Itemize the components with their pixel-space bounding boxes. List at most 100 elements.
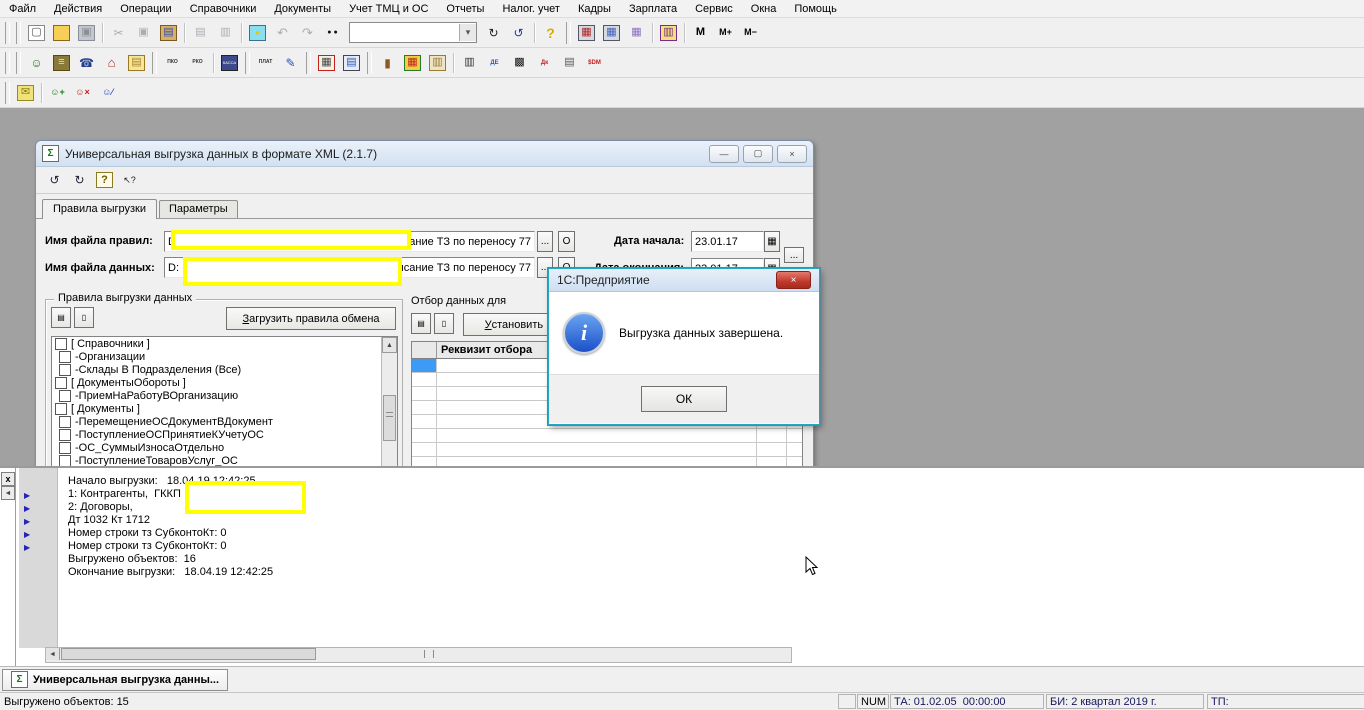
user-edit-button[interactable]: ☺⁄ (96, 82, 119, 104)
menu-операции[interactable]: Операции (111, 2, 180, 16)
de-report-button[interactable]: ДЕ (483, 52, 506, 74)
flag-cell[interactable] (412, 401, 437, 414)
rules-tree-list[interactable]: ▲ [ Справочники ]-Организации-Склады В П… (51, 336, 398, 468)
checkbox[interactable] (59, 416, 71, 428)
uncheck-all-button[interactable]: ▯ (74, 307, 94, 328)
extra-cell[interactable] (757, 429, 787, 442)
memory-plus-button[interactable]: М+ (714, 22, 737, 44)
save-settings-button[interactable]: ↻ (68, 169, 91, 191)
load-exchange-rules-button[interactable]: Загрузить правила обмена (226, 307, 396, 330)
selection-table-row[interactable] (412, 429, 802, 443)
minimize-button[interactable]: — (709, 145, 739, 163)
print-preview-button[interactable]: ▥ (214, 22, 237, 44)
turnover-journal-button[interactable]: ▤ (125, 52, 148, 74)
calculator-button[interactable]: ▦ (575, 22, 598, 44)
log-line[interactable]: Окончание выгрузки: 18.04.19 12:42:25 (0, 566, 1364, 579)
checkbox[interactable] (59, 351, 71, 363)
flag-cell[interactable] (412, 415, 437, 428)
message-hscrollbar[interactable]: ◄ (45, 647, 792, 663)
start-date-input[interactable]: 23.01.17 (691, 231, 764, 252)
reference-books-button[interactable]: ▮ (376, 52, 399, 74)
menu-учет-тмц-и-ос[interactable]: Учет ТМЦ и ОС (340, 2, 437, 16)
dialog-title-bar[interactable]: 1С:Предприятие × (549, 269, 819, 292)
log-line[interactable]: Выгружено объектов: 16 (0, 553, 1364, 566)
organization-house-button[interactable]: ⌂ (100, 52, 123, 74)
checkered-report-button[interactable]: ▩ (508, 52, 531, 74)
memory-minus-button[interactable]: М− (739, 22, 762, 44)
accounts-table-button[interactable]: ▥ (458, 52, 481, 74)
menu-документы[interactable]: Документы (265, 2, 340, 16)
selection-uncheck-all-button[interactable]: ▯ (434, 313, 454, 334)
rules-tree-item[interactable]: [ Справочники ] (52, 337, 397, 350)
redo-button[interactable]: ↷ (296, 22, 319, 44)
menu-окна[interactable]: Окна (742, 2, 786, 16)
combo-dropdown-icon[interactable]: ▾ (459, 24, 476, 41)
checkbox[interactable] (59, 429, 71, 441)
rules-file-browse-button[interactable]: ... (537, 231, 553, 252)
card-index-button[interactable]: ▥ (426, 52, 449, 74)
checkbox[interactable] (55, 403, 67, 415)
form-help-button[interactable]: ? (93, 169, 116, 191)
cut-button[interactable]: ✂ (107, 22, 130, 44)
search-combobox[interactable]: ▾ (349, 22, 477, 43)
rules-tree-item[interactable]: -Склады В Подразделения (Все) (52, 363, 397, 376)
menu-отчеты[interactable]: Отчеты (437, 2, 493, 16)
scroll-left-icon[interactable]: ◄ (46, 648, 60, 660)
plat-button[interactable]: ПЛАТ (254, 52, 277, 74)
monitor-key-button[interactable]: ● (246, 22, 269, 44)
tab-export-rules[interactable]: Правила выгрузки (42, 199, 157, 219)
rules-tree-scroll-thumb[interactable] (383, 395, 396, 441)
copy-button[interactable]: ▣ (132, 22, 155, 44)
side-more-button[interactable]: ... (784, 247, 804, 263)
tab-parameters[interactable]: Параметры (159, 200, 238, 218)
restore-button[interactable]: ▢ (743, 145, 773, 163)
kassa-button[interactable]: КАССА (218, 52, 241, 74)
flag-cell[interactable] (412, 443, 437, 456)
rules-tree-item[interactable]: -ОС_СуммыИзносаОтдельно (52, 441, 397, 454)
selection-check-all-button[interactable]: ▤ (411, 313, 431, 334)
operations-journal-button[interactable]: ▦ (315, 52, 338, 74)
menu-налог-учет[interactable]: Налог. учет (493, 2, 569, 16)
menu-справочники[interactable]: Справочники (181, 2, 266, 16)
mail-export-button[interactable]: ✉ (14, 82, 37, 104)
extra-cell[interactable] (757, 443, 787, 456)
checkbox[interactable] (55, 377, 67, 389)
rules-tree-item[interactable]: [ ДокументыОбороты ] (52, 376, 397, 389)
find-next-button[interactable]: ↻ (482, 22, 505, 44)
scroll-up-icon[interactable]: ▲ (382, 337, 397, 353)
context-help-button[interactable]: ↖? (118, 169, 141, 191)
formula-calculator-button[interactable]: ▦ (600, 22, 623, 44)
paste-button[interactable]: ▤ (157, 22, 180, 44)
window-tab-export[interactable]: Σ Универсальная выгрузка данны... (2, 669, 228, 691)
flag-cell[interactable] (412, 373, 437, 386)
attribute-cell[interactable] (437, 443, 757, 456)
find-previous-button[interactable]: ↺ (507, 22, 530, 44)
save-button[interactable]: ▣ (75, 22, 98, 44)
flag-cell[interactable] (412, 429, 437, 442)
ok-button[interactable]: ОК (641, 386, 727, 412)
checkbox[interactable] (59, 364, 71, 376)
menu-помощь[interactable]: Помощь (785, 2, 846, 16)
pko-button[interactable]: ПКО (161, 52, 184, 74)
menu-кадры[interactable]: Кадры (569, 2, 620, 16)
checkbox[interactable] (59, 442, 71, 454)
open-folder-button[interactable] (50, 22, 73, 44)
rules-tree-item[interactable]: -ПоступлениеОСПринятиеКУчетуОС (52, 428, 397, 441)
phone-button[interactable]: ☎ (75, 52, 98, 74)
rules-file-open-button[interactable]: О (558, 231, 575, 252)
start-date-calendar-button[interactable]: ▦ (764, 231, 780, 252)
rules-tree-item[interactable]: -ПеремещениеОСДокументВДокумент (52, 415, 397, 428)
checkbox[interactable] (59, 390, 71, 402)
user-add-button[interactable]: ☺+ (46, 82, 69, 104)
description-book-button[interactable]: ▥ (657, 22, 680, 44)
menu-зарплата[interactable]: Зарплата (620, 2, 686, 16)
log-line[interactable]: ▶Номер строки тз СубконтоКт: 0 (0, 540, 1364, 553)
new-document-button[interactable]: ▢ (25, 22, 48, 44)
edit-pen-button[interactable]: ✎ (279, 52, 302, 74)
documents-journal-button[interactable]: ▤ (340, 52, 363, 74)
window-title-bar[interactable]: Σ Универсальная выгрузка данных в формат… (36, 141, 813, 167)
dialog-close-button[interactable]: × (776, 271, 811, 289)
memory-recall-button[interactable]: М (689, 22, 712, 44)
message-hscroll-thumb[interactable] (61, 648, 316, 660)
rules-tree-scrollbar[interactable]: ▲ (381, 337, 397, 468)
